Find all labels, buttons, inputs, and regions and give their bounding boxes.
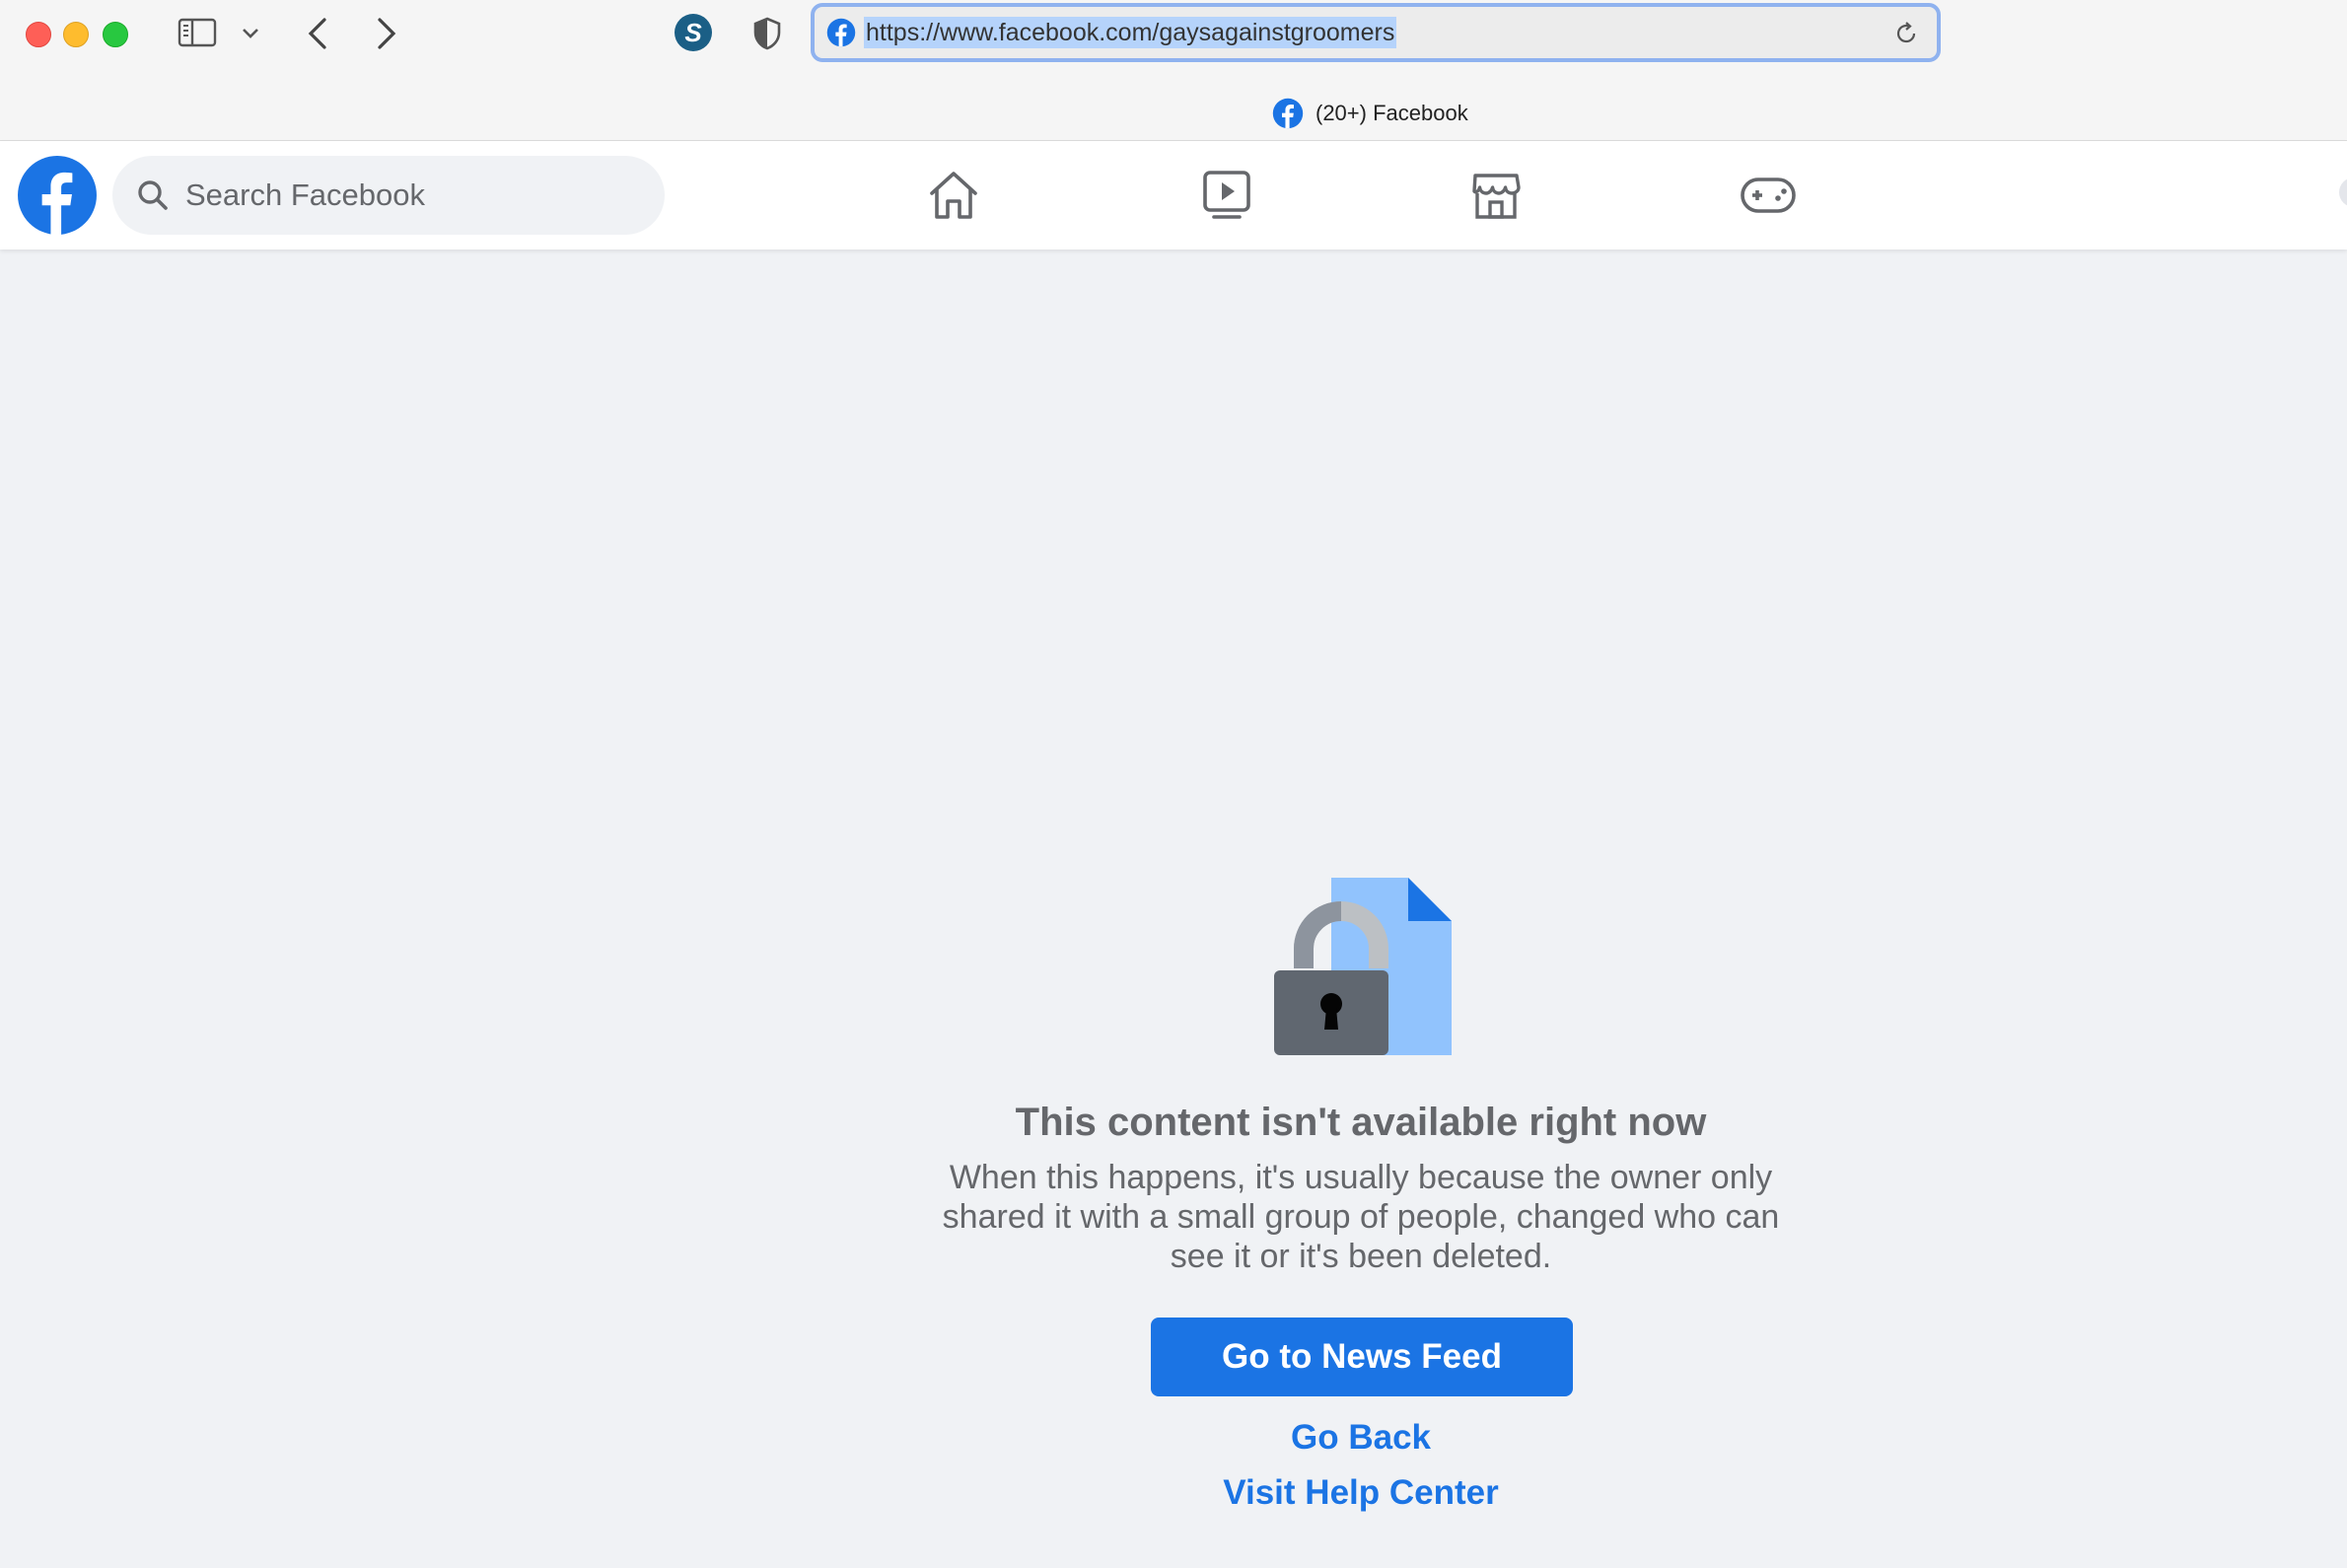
zoom-window-button[interactable] [103,22,128,47]
visit-help-center-link[interactable]: Visit Help Center [1065,1473,1657,1513]
facebook-favicon-icon [1272,98,1304,129]
chevron-left-icon [308,18,326,49]
search-icon [138,180,168,210]
locked-content-illustration [1274,878,1452,1055]
browser-chrome: S https://www.facebook.com/gaysagainstgr… [0,0,2347,141]
search-input[interactable] [183,177,621,214]
url-text[interactable]: https://www.facebook.com/gaysagainstgroo… [864,17,1397,48]
nav-tab-gaming[interactable] [1734,163,1803,228]
sidebar-toggle-button[interactable] [176,16,219,49]
home-icon [930,172,977,219]
close-window-button[interactable] [26,22,51,47]
facebook-logo-icon[interactable] [17,155,98,236]
extension-s-button[interactable]: S [673,12,714,53]
back-button[interactable] [298,14,337,53]
go-back-link[interactable]: Go Back [1065,1418,1657,1458]
nav-tab-home[interactable] [919,163,988,228]
gaming-icon [1741,178,1796,213]
marketplace-icon [1472,174,1521,219]
facebook-top-bar [0,141,2347,249]
forward-button[interactable] [367,14,406,53]
tab-group-chevron-button[interactable] [237,20,264,47]
extension-s-icon: S [675,14,712,51]
facebook-favicon-icon [826,18,856,47]
shield-icon [753,17,781,50]
tab-facebook[interactable]: (20+) Facebook [1272,97,1468,130]
chevron-right-icon [378,18,396,49]
watch-icon [1203,171,1250,219]
nav-tab-marketplace[interactable] [1461,163,1530,228]
facebook-search[interactable] [112,156,665,235]
privacy-shield-button[interactable] [747,14,787,53]
tab-title: (20+) Facebook [1316,101,1468,125]
error-description: When this happens, it's usually because … [942,1159,1780,1275]
chevron-down-icon [243,29,258,38]
go-to-news-feed-button[interactable]: Go to News Feed [1151,1318,1573,1396]
sidebar-icon [178,18,217,47]
address-bar[interactable]: https://www.facebook.com/gaysagainstgroo… [811,3,1941,62]
reload-icon [1896,22,1916,43]
minimize-window-button[interactable] [63,22,89,47]
nav-tab-watch[interactable] [1192,163,1261,228]
svg-text:S: S [684,18,702,47]
reload-button[interactable] [1891,19,1921,48]
error-title: This content isn't available right now [1015,1101,1707,1144]
